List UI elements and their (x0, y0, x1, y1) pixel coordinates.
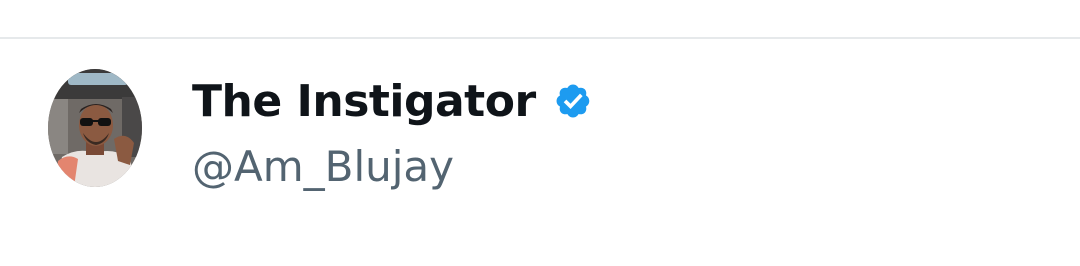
user-handle[interactable]: @Am_Blujay (192, 138, 454, 196)
name-row: The Instigator (192, 72, 594, 130)
display-name[interactable]: The Instigator (192, 76, 536, 127)
verified-badge-icon[interactable] (552, 80, 594, 122)
tweet-author-header: The Instigator @Am_Blujay (0, 0, 1080, 266)
avatar-photo (48, 69, 142, 187)
avatar[interactable] (48, 69, 142, 187)
